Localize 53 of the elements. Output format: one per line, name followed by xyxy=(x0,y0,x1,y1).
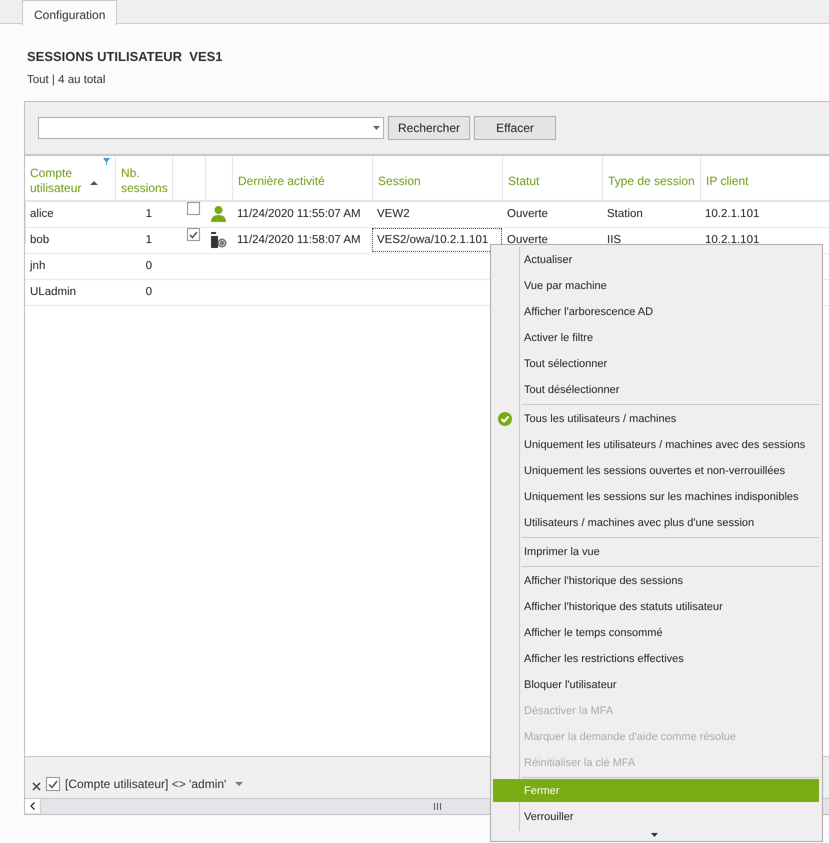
menu-item[interactable]: Vue par machine xyxy=(493,273,819,299)
menu-item[interactable]: Verrouiller xyxy=(493,804,819,830)
table-cell: Ouverte xyxy=(507,234,548,246)
menu-item[interactable]: Uniquement les utilisateurs / machines avec des sessions xyxy=(493,432,819,458)
close-icon[interactable] xyxy=(32,782,41,791)
menu-item[interactable]: Imprimer la vue xyxy=(493,539,819,565)
row-checkbox[interactable] xyxy=(187,202,200,216)
menu-item[interactable]: Afficher l'historique des sessions xyxy=(493,568,819,594)
menu-item[interactable]: Bloquer l'utilisateur xyxy=(493,672,819,698)
table-cell: 10.2.1.101 xyxy=(705,234,760,246)
menu-item[interactable]: Activer le filtre xyxy=(493,325,819,351)
table-cell-text: VEW2 xyxy=(376,207,411,222)
server-globe-icon xyxy=(211,232,226,248)
table-cell: 11/24/2020 11:58:07 AM xyxy=(237,234,361,246)
scroll-left-button[interactable] xyxy=(25,799,40,813)
filter-icon[interactable] xyxy=(103,158,110,165)
table-cell: 1 xyxy=(146,234,152,246)
chevron-left-icon xyxy=(30,802,35,810)
table-cell: IIS xyxy=(607,234,622,246)
table-cell: 11/24/2020 11:55:07 AM xyxy=(237,208,361,220)
menu-item[interactable]: Tous les utilisateurs / machines xyxy=(493,406,819,432)
menu-item[interactable]: Tout sélectionner xyxy=(493,351,819,377)
table-cell: alice xyxy=(30,208,54,220)
table-cell: jnh xyxy=(30,260,46,272)
filter-expression: [Compte utilisateur] <> 'admin' xyxy=(65,777,226,791)
table-cell: Ouverte xyxy=(507,208,548,220)
user-icon xyxy=(211,206,226,222)
total-count: Tout | 4 au total xyxy=(27,74,106,86)
menu-item[interactable]: Afficher l'historique des statuts utilisateur xyxy=(493,594,819,620)
search-button[interactable]: Rechercher xyxy=(388,116,470,140)
table-cell: ULadmin xyxy=(30,286,76,298)
page-title: SESSIONS UTILISATEUR VES1 xyxy=(27,49,223,64)
menu-item[interactable]: Afficher les restrictions effectives xyxy=(493,646,819,672)
table-cell: 0 xyxy=(146,286,152,298)
row-checkbox[interactable] xyxy=(187,228,200,242)
dropdown-arrow-icon[interactable] xyxy=(373,126,380,130)
menu-item[interactable]: Uniquement les sessions ouvertes et non-verrouillées xyxy=(493,458,819,484)
dropdown-arrow-icon[interactable] xyxy=(235,782,244,786)
filter-checkbox[interactable] xyxy=(46,777,60,791)
table-cell: Station xyxy=(607,208,643,220)
menu-item[interactable]: Afficher l'arborescence AD xyxy=(493,299,819,325)
clear-button[interactable]: Effacer xyxy=(474,116,556,140)
menu-item[interactable]: Uniquement les sessions sur les machines indisponibles xyxy=(493,484,819,510)
table-cell: 1 xyxy=(146,208,152,220)
menu-item[interactable]: Utilisateurs / machines avec plus d'une session xyxy=(493,510,819,536)
table-cell: 10.2.1.101 xyxy=(705,208,760,220)
menu-item[interactable]: Afficher le temps consommé xyxy=(493,620,819,646)
configuration-tab[interactable]: Configuration xyxy=(22,0,118,25)
scroll-down-icon[interactable] xyxy=(651,833,658,837)
grip-icon[interactable] xyxy=(434,803,441,810)
menu-item[interactable]: Tout désélectionner xyxy=(493,377,819,403)
table-cell: bob xyxy=(30,234,50,246)
table-cell: 0 xyxy=(146,260,152,272)
